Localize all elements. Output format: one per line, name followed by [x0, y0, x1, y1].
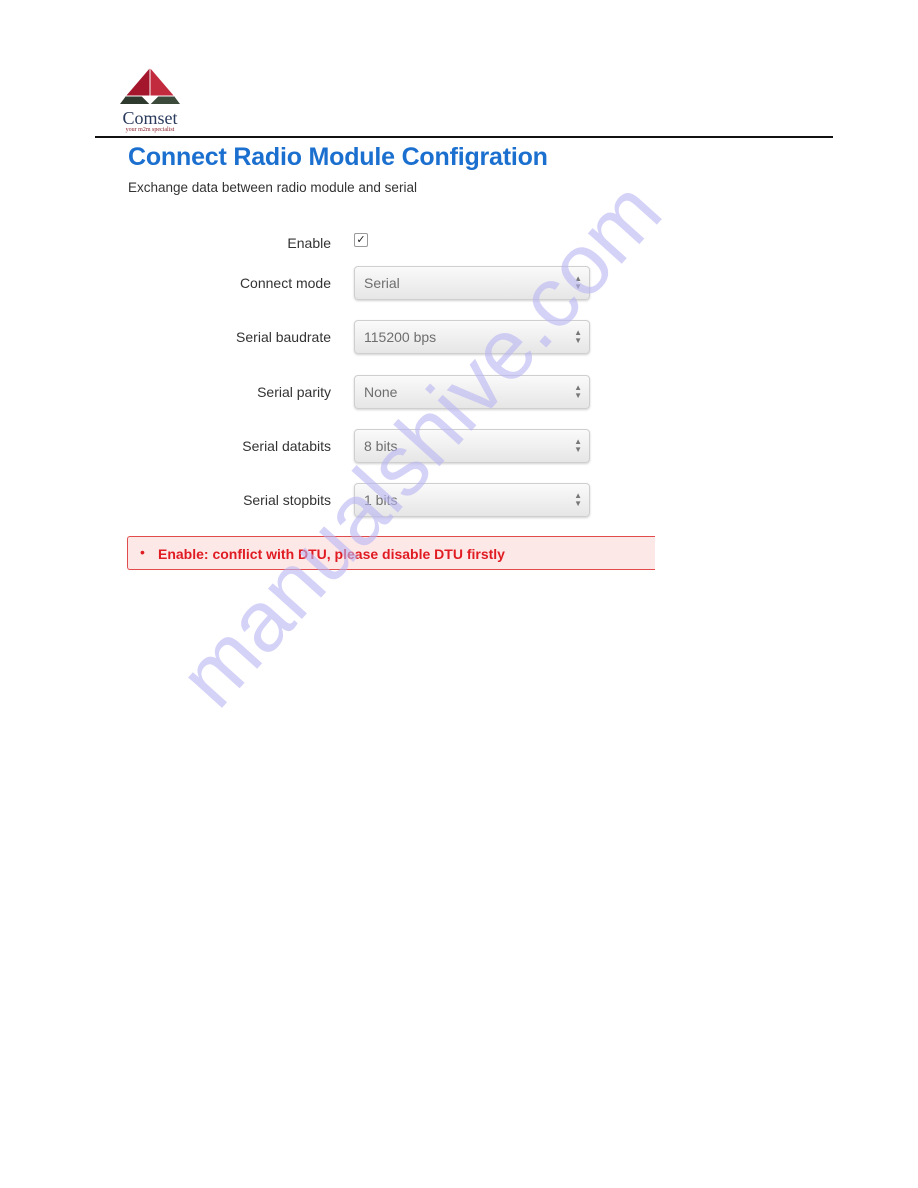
bullet-icon: •: [140, 544, 145, 560]
select-value: 1 bits: [364, 492, 398, 508]
serial-databits-select[interactable]: 8 bits ▲ ▼: [354, 429, 590, 463]
page-subtitle: Exchange data between radio module and s…: [128, 180, 417, 195]
field-serial-stopbits: Serial stopbits 1 bits ▲ ▼: [120, 483, 655, 517]
serial-stopbits-select[interactable]: 1 bits ▲ ▼: [354, 483, 590, 517]
header-divider: [95, 136, 833, 138]
logo-tagline: your m2m specialist: [125, 127, 175, 133]
error-alert: • Enable: conflict with DTU, please disa…: [127, 536, 655, 570]
company-logo: Comset your m2m specialist: [112, 68, 188, 136]
field-serial-databits: Serial databits 8 bits ▲ ▼: [120, 429, 655, 463]
checkmark-icon: ✓: [356, 234, 366, 246]
field-connect-mode: Connect mode Serial ▲ ▼: [120, 266, 655, 300]
serial-baudrate-select[interactable]: 115200 bps ▲ ▼: [354, 320, 590, 354]
logo-triangle-icon: [120, 68, 180, 105]
serial-parity-select[interactable]: None ▲ ▼: [354, 375, 590, 409]
select-arrows-icon: ▲ ▼: [574, 383, 582, 400]
enable-checkbox[interactable]: ✓: [354, 233, 368, 247]
field-label: Serial parity: [257, 384, 331, 400]
page-title: Connect Radio Module Configration: [128, 143, 548, 171]
select-value: 8 bits: [364, 438, 398, 454]
select-value: 115200 bps: [364, 329, 437, 345]
field-label: Enable: [287, 235, 331, 251]
select-value: Serial: [364, 275, 400, 291]
select-arrows-icon: ▲ ▼: [574, 274, 582, 291]
config-screenshot: Connect Radio Module Configration Exchan…: [120, 140, 655, 580]
field-label: Serial stopbits: [243, 492, 331, 508]
field-label: Serial baudrate: [236, 329, 331, 345]
field-enable: Enable ✓: [120, 226, 655, 260]
select-arrows-icon: ▲ ▼: [574, 437, 582, 454]
logo-name: Comset: [122, 108, 178, 128]
error-message: Enable: conflict with DTU, please disabl…: [158, 546, 505, 562]
select-arrows-icon: ▲ ▼: [574, 328, 582, 345]
select-arrows-icon: ▲ ▼: [574, 491, 582, 508]
field-label: Connect mode: [239, 275, 331, 291]
select-value: None: [364, 384, 398, 400]
connect-mode-select[interactable]: Serial ▲ ▼: [354, 266, 590, 300]
field-serial-parity: Serial parity None ▲ ▼: [120, 375, 655, 409]
field-label: Serial databits: [242, 438, 331, 454]
field-serial-baudrate: Serial baudrate 115200 bps ▲ ▼: [120, 320, 655, 354]
